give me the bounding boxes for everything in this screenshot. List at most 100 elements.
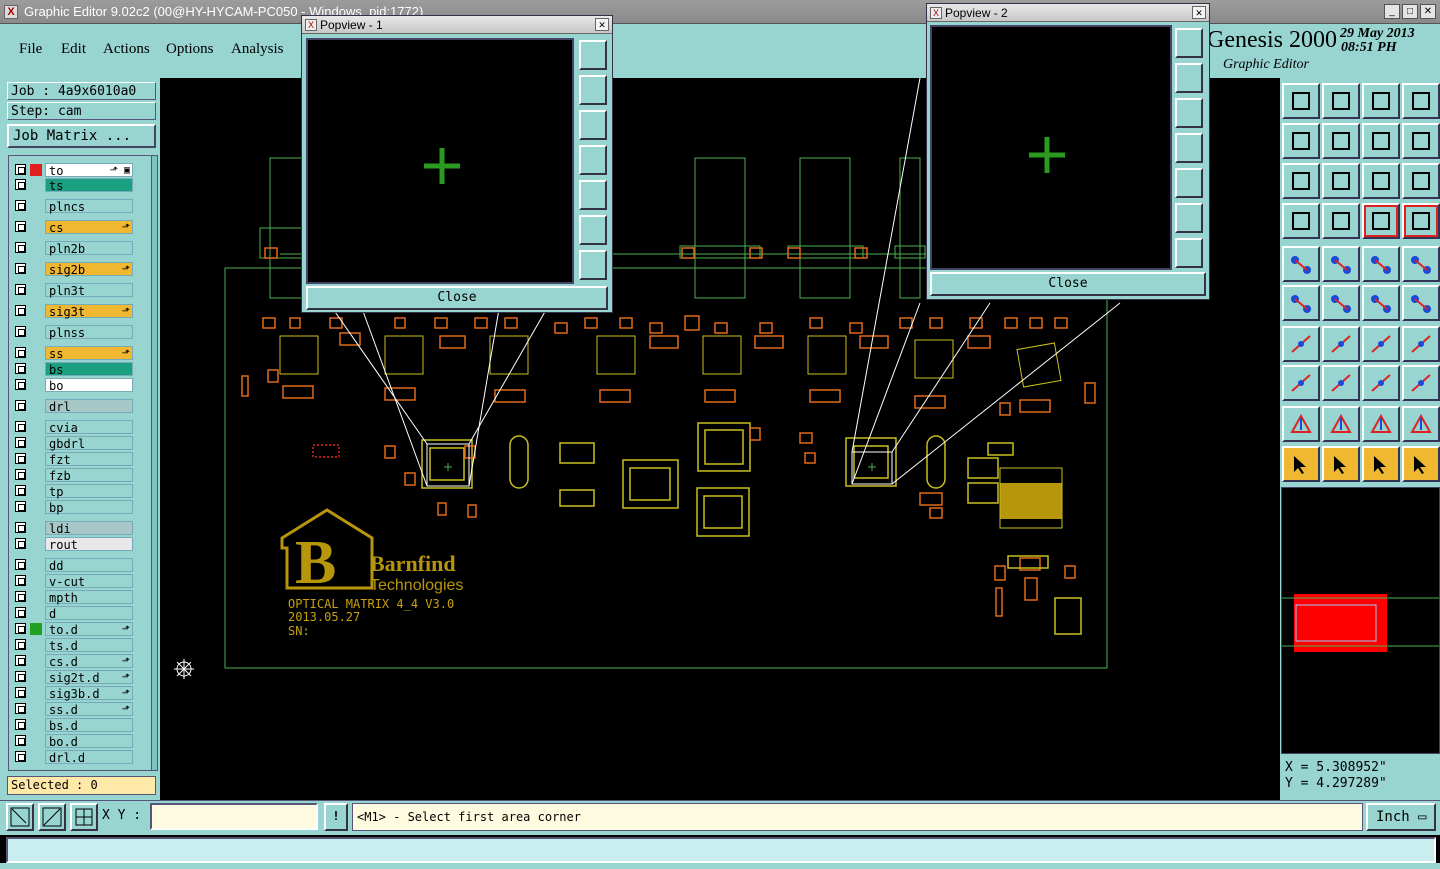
layer-checkbox[interactable] [15,655,26,666]
symbol-icon[interactable] [1282,365,1320,401]
home-icon[interactable] [1362,83,1400,119]
layer-row[interactable]: to.d ⬏ [13,622,133,637]
popview-2-close-x[interactable]: ✕ [1192,6,1206,19]
layer-row[interactable]: d [13,606,133,621]
pop-fit-icon[interactable] [579,215,607,245]
maximize-button[interactable]: □ [1402,4,1418,19]
layer-checkbox[interactable] [15,453,26,464]
pop-pan-right-icon[interactable] [1175,168,1203,198]
layer-name[interactable]: bs.d [45,718,133,733]
alert-button[interactable]: ! [324,803,348,831]
layer-row[interactable]: ts [13,178,133,193]
layer-row[interactable]: plnss [13,325,133,340]
pop-expand-icon[interactable] [1175,238,1203,268]
layer-name[interactable]: drl [45,399,133,414]
layer-row[interactable]: cs ⬏ [13,220,133,235]
arc-node-icon[interactable] [1362,285,1400,321]
help-icon[interactable] [1402,163,1440,199]
rotate-icon[interactable] [1362,326,1400,362]
layer-row[interactable]: to ⬏ ▣ [13,163,133,178]
layer-name[interactable]: gbdrl [45,436,133,451]
fit-icon[interactable] [1282,163,1320,199]
layer-checkbox[interactable] [15,623,26,634]
layer-row[interactable]: drl [13,399,133,414]
ruler-icon[interactable] [1362,246,1400,282]
layer-name[interactable]: cs.d ⬏ [45,654,133,669]
pop-pan-down-icon[interactable] [1175,98,1203,128]
layer-checkbox[interactable] [15,284,26,295]
triangle-a-icon[interactable] [1282,406,1320,442]
layer-checkbox[interactable] [15,200,26,211]
cross-icon[interactable] [1322,285,1360,321]
layer-checkbox[interactable] [15,347,26,358]
layer-color-swatch[interactable] [30,164,42,176]
layer-checkbox[interactable] [15,469,26,480]
grid-icon[interactable] [70,803,98,831]
zoom-back-icon[interactable] [1282,123,1320,159]
pad-icon[interactable] [1282,246,1320,282]
layer-name[interactable]: mpth [45,590,133,605]
layer-name[interactable]: bo [45,378,133,393]
pop-pan-left-icon[interactable] [579,145,607,175]
layer-color-swatch[interactable] [30,623,42,635]
layer-checkbox[interactable] [15,221,26,232]
xy-input[interactable] [150,803,318,830]
layer-name[interactable]: pln3t [45,283,133,298]
popview-2-view[interactable] [930,25,1172,270]
layer-row[interactable]: ldi [13,521,133,536]
menu-analysis[interactable]: Analysis [231,41,284,58]
layer-name[interactable]: v-cut [45,574,133,589]
layer-checkbox[interactable] [15,263,26,274]
layer-name[interactable]: ss.d ⬏ [45,702,133,717]
scale-1to2-icon[interactable] [1362,163,1400,199]
select-pointer-icon[interactable] [1282,446,1320,482]
layer-row[interactable]: ss ⬏ [13,346,133,361]
pop-zoom-in-icon[interactable] [579,40,607,70]
layer-checkbox[interactable] [15,751,26,762]
layer-row[interactable]: pln3t [13,283,133,298]
menu-actions[interactable]: Actions [103,41,150,58]
layer-name[interactable]: cvia [45,420,133,435]
layer-row[interactable]: dd [13,558,133,573]
layer-checkbox[interactable] [15,363,26,374]
layer-row[interactable]: bs.d [13,718,133,733]
job-matrix-button[interactable]: Job Matrix ... [7,124,156,148]
layer-name[interactable]: pln2b [45,241,133,256]
layer-checkbox[interactable] [15,703,26,714]
layer-checkbox[interactable] [15,522,26,533]
layer-name[interactable]: cs ⬏ [45,220,133,235]
pop-expand-icon[interactable] [579,250,607,280]
mirror-icon[interactable] [1402,326,1440,362]
triangle-d-icon[interactable] [1402,406,1440,442]
layer-checkbox[interactable] [15,379,26,390]
layer-row[interactable]: bp [13,500,133,515]
slash-icon[interactable] [1322,326,1360,362]
layer-row[interactable]: cs.d ⬏ [13,654,133,669]
redo-icon[interactable] [1402,123,1440,159]
vector-icon[interactable] [1402,285,1440,321]
triangle-c-icon[interactable] [1362,406,1400,442]
layer-row[interactable]: mpth [13,590,133,605]
layer-row[interactable]: bo [13,378,133,393]
layer-checkbox[interactable] [15,607,26,618]
layer-name[interactable]: sig2b ⬏ [45,262,133,277]
settings-icon[interactable] [1282,203,1320,239]
layer-checkbox[interactable] [15,735,26,746]
layer-name[interactable]: plncs [45,199,133,214]
snap-icon[interactable] [6,803,34,831]
layer-row[interactable]: sig3t ⬏ [13,304,133,319]
angle-icon[interactable] [1282,326,1320,362]
layer-checkbox[interactable] [15,591,26,602]
layer-checkbox[interactable] [15,639,26,650]
pop-fit-icon[interactable] [1175,203,1203,233]
layer-row[interactable]: fzb [13,468,133,483]
overview-map[interactable] [1281,487,1440,754]
layer-row[interactable]: cvia [13,420,133,435]
layer-name[interactable]: fzt [45,452,133,467]
minimize-button[interactable]: _ [1384,4,1400,19]
layer-row[interactable]: sig2t.d ⬏ [13,670,133,685]
line-icon[interactable] [1322,365,1360,401]
layer-row[interactable]: bo.d [13,734,133,749]
layer-name[interactable]: dd [45,558,133,573]
layer-checkbox[interactable] [15,575,26,586]
